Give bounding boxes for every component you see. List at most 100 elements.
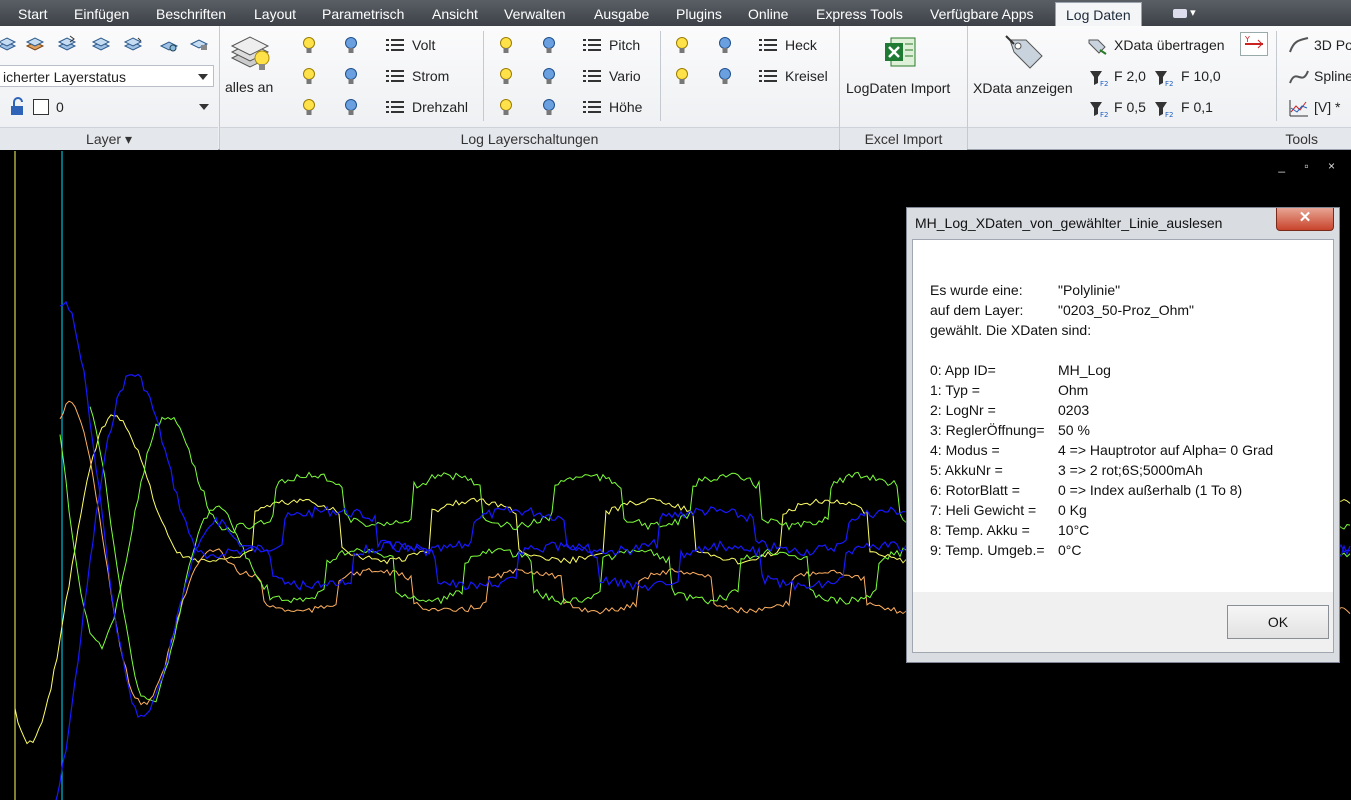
log-layer-drehzahl[interactable]: Drehzahl: [412, 99, 468, 115]
intro-key: auf dem Layer:: [930, 302, 1024, 318]
bulb-on-icon[interactable]: [675, 36, 689, 56]
alles-an-label[interactable]: alles an: [225, 79, 273, 95]
list-icon[interactable]: [759, 38, 777, 52]
log-layer-pitch[interactable]: Pitch: [609, 37, 640, 53]
filter-icon[interactable]: F2: [1153, 99, 1175, 119]
tab-beschriften[interactable]: Beschriften: [156, 0, 226, 26]
bulb-off-icon[interactable]: [542, 98, 556, 118]
bulb-on-icon[interactable]: [302, 67, 316, 87]
layer-freeze-icon[interactable]: [122, 34, 144, 54]
layers-all-on-icon[interactable]: [228, 32, 274, 76]
list-icon[interactable]: [759, 69, 777, 83]
f-0-5-button[interactable]: F 0,5: [1114, 99, 1146, 115]
list-icon[interactable]: [583, 69, 601, 83]
xdata-key: 1: Typ =: [930, 382, 980, 398]
layer-settings-icon[interactable]: [158, 34, 180, 54]
spline-button[interactable]: Spline: [1314, 68, 1351, 84]
log-layer-hoehe[interactable]: Höhe: [609, 99, 642, 115]
svg-text:F2: F2: [1165, 80, 1173, 88]
layer-previous-icon[interactable]: [56, 34, 78, 54]
ribbon-options-chevron: ▾: [1190, 7, 1196, 19]
xdata-key: 0: App ID=: [930, 362, 996, 378]
ribbon-tab-bar: Start Einfügen Beschriften Layout Parame…: [0, 0, 1351, 27]
f-10-0-button[interactable]: F 10,0: [1181, 68, 1221, 84]
layer-combo[interactable]: 0: [52, 96, 214, 118]
tab-online[interactable]: Online: [748, 0, 788, 26]
bulb-on-icon[interactable]: [302, 98, 316, 118]
xdata-key: 9: Temp. Umgeb.=: [930, 542, 1045, 558]
polyline-3d-icon[interactable]: [1288, 36, 1310, 56]
ribbon-options-button[interactable]: ▾: [1173, 6, 1209, 20]
list-icon[interactable]: [386, 69, 404, 83]
xdata-value: 0 Kg: [1058, 502, 1087, 518]
list-icon[interactable]: [386, 100, 404, 114]
bulb-off-icon[interactable]: [344, 36, 358, 56]
xdata-transfer-icon[interactable]: [1086, 36, 1108, 56]
spline-icon[interactable]: [1288, 67, 1310, 87]
layer-group-label[interactable]: Layer ▾: [0, 127, 218, 150]
log-layer-vario[interactable]: Vario: [609, 68, 641, 84]
bulb-off-icon[interactable]: [718, 36, 732, 56]
tab-verwalten[interactable]: Verwalten: [504, 0, 565, 26]
log-layer-volt[interactable]: Volt: [412, 37, 435, 53]
3d-polyline-button[interactable]: 3D Po: [1314, 37, 1351, 53]
layer-state-value: icherter Layerstatus: [3, 69, 126, 85]
layer-isolate-icon[interactable]: [90, 34, 112, 54]
log-layer-kreisel[interactable]: Kreisel: [785, 68, 828, 84]
dialog-content: Es wurde eine: "Polylinie" auf dem Layer:…: [912, 239, 1334, 653]
compare-icon[interactable]: Y: [1240, 32, 1268, 56]
list-icon[interactable]: [583, 100, 601, 114]
xdata-uebertragen-button[interactable]: XData übertragen: [1114, 37, 1225, 53]
log-layer-heck[interactable]: Heck: [785, 37, 817, 53]
xdata-key: 8: Temp. Akku =: [930, 522, 1030, 538]
filter-icon[interactable]: F2: [1088, 99, 1110, 119]
layer-match-icon[interactable]: [24, 34, 46, 54]
tab-plugins[interactable]: Plugins: [676, 0, 722, 26]
tab-parametrisch[interactable]: Parametrisch: [322, 0, 404, 26]
list-icon[interactable]: [386, 38, 404, 52]
v-star-button[interactable]: [V] *: [1314, 99, 1340, 115]
graph-icon[interactable]: [1288, 98, 1310, 118]
bulb-on-icon[interactable]: [302, 36, 316, 56]
f-2-0-button[interactable]: F 2,0: [1114, 68, 1146, 84]
bulb-off-icon[interactable]: [542, 67, 556, 87]
tab-ansicht[interactable]: Ansicht: [432, 0, 478, 26]
bulb-on-icon[interactable]: [675, 67, 689, 87]
layer-state-combo[interactable]: icherter Layerstatus: [0, 65, 214, 87]
layer-lock-icon[interactable]: [188, 34, 210, 54]
f-0-1-button[interactable]: F 0,1: [1181, 99, 1213, 115]
xdata-value: 50 %: [1058, 422, 1090, 438]
tab-log-daten[interactable]: Log Daten: [1055, 2, 1142, 27]
bulb-on-icon[interactable]: [499, 36, 513, 56]
bulb-off-icon[interactable]: [718, 67, 732, 87]
layer-color-swatch[interactable]: [33, 99, 49, 115]
tag-icon[interactable]: [1004, 34, 1048, 74]
list-icon[interactable]: [583, 38, 601, 52]
bulb-on-icon[interactable]: [499, 67, 513, 87]
bulb-on-icon[interactable]: [499, 98, 513, 118]
xdata-value: 0°C: [1058, 542, 1082, 558]
bulb-off-icon[interactable]: [542, 36, 556, 56]
viewport-window-controls[interactable]: _ ▫ ×: [1278, 159, 1343, 173]
excel-icon[interactable]: [883, 34, 919, 70]
ok-button[interactable]: OK: [1227, 605, 1329, 639]
close-button[interactable]: ✕: [1276, 208, 1334, 231]
tab-einfuegen[interactable]: Einfügen: [74, 0, 129, 26]
filter-icon[interactable]: F2: [1153, 68, 1175, 88]
unlock-icon[interactable]: [8, 97, 28, 117]
chevron-down-icon: [198, 74, 208, 80]
bulb-off-icon[interactable]: [344, 98, 358, 118]
group-separator: [483, 31, 484, 121]
tab-start[interactable]: Start: [18, 0, 48, 26]
log-layer-strom[interactable]: Strom: [412, 68, 449, 84]
tab-layout[interactable]: Layout: [254, 0, 296, 26]
bulb-off-icon[interactable]: [344, 67, 358, 87]
tab-express-tools[interactable]: Express Tools: [816, 0, 903, 26]
xdata-anzeigen-button[interactable]: XData anzeigen: [973, 80, 1073, 96]
layer-icon[interactable]: [0, 34, 18, 54]
xdata-value: 0203: [1058, 402, 1090, 418]
filter-icon[interactable]: F2: [1088, 68, 1110, 88]
tab-ausgabe[interactable]: Ausgabe: [594, 0, 649, 26]
logdaten-import-button[interactable]: LogDaten Import: [846, 80, 950, 96]
tab-verfuegbare-apps[interactable]: Verfügbare Apps: [930, 0, 1034, 26]
